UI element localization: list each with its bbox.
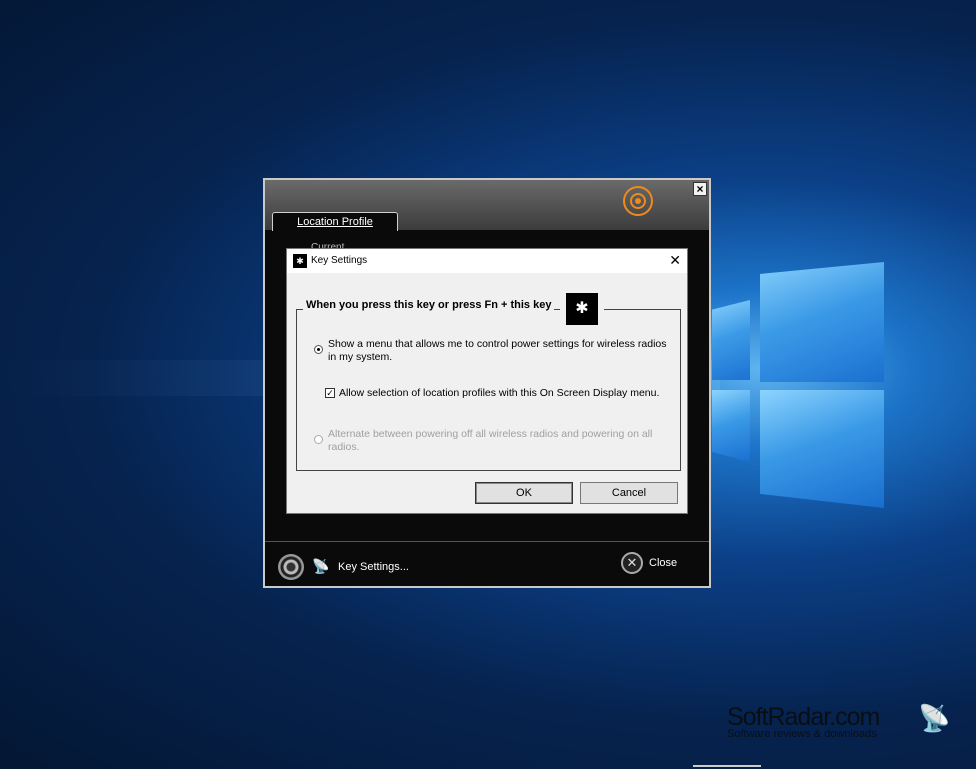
dialog-close-button[interactable]: ✕ <box>669 252 681 269</box>
key-settings-label: Key Settings... <box>338 560 409 573</box>
brand-logo-dot <box>635 198 641 204</box>
windows-logo-pane-bl <box>712 390 750 462</box>
footer-divider <box>265 541 709 542</box>
option-alternate-label: Alternate between powering off all wirel… <box>328 428 653 453</box>
taskbar-indicator <box>693 765 761 767</box>
group-heading: When you press this key or press Fn + th… <box>303 299 555 311</box>
windows-logo-pane-br <box>760 390 884 508</box>
wireless-antenna-icon: 📡 <box>312 558 330 574</box>
tab-label: Location Profile <box>297 216 373 228</box>
allow-location-profiles-label: Allow selection of location profiles wit… <box>339 387 660 399</box>
key-settings-button[interactable]: 📡 Key Settings... <box>312 558 409 575</box>
key-settings-dialog: ✱ Key Settings ✕ When you press this key… <box>286 248 688 514</box>
close-button[interactable]: ✕ Close <box>621 552 677 574</box>
ok-button[interactable]: OK <box>475 482 573 504</box>
option-alternate-radio[interactable] <box>314 435 323 444</box>
close-icon: ✕ <box>621 552 643 574</box>
wireless-key-icon: ✱ <box>566 293 598 325</box>
watermark-subtitle: Software reviews & downloads <box>727 728 877 740</box>
brand-logo-icon <box>623 186 653 216</box>
wireless-antenna-icon: ✱ <box>293 254 307 268</box>
dialog-titlebar: ✱ Key Settings ✕ <box>287 249 687 273</box>
watermark: SoftRadar.com Software reviews & downloa… <box>727 703 880 740</box>
dialog-title: Key Settings <box>311 255 368 266</box>
satellite-dish-icon: 📡 <box>918 703 951 733</box>
window-close-button[interactable]: × <box>693 182 707 196</box>
cancel-button[interactable]: Cancel <box>580 482 678 504</box>
option-show-menu-radio[interactable] <box>314 345 323 354</box>
close-label: Close <box>649 557 678 569</box>
allow-location-profiles-checkbox[interactable]: ✓ <box>325 388 335 398</box>
settings-disc-button[interactable] <box>278 554 304 580</box>
option-show-menu-label: Show a menu that allows me to control po… <box>328 338 667 363</box>
tab-location-profile[interactable]: Location Profile <box>272 212 398 231</box>
windows-logo-pane-tr <box>760 262 884 382</box>
windows-logo-pane-tl <box>712 300 750 380</box>
